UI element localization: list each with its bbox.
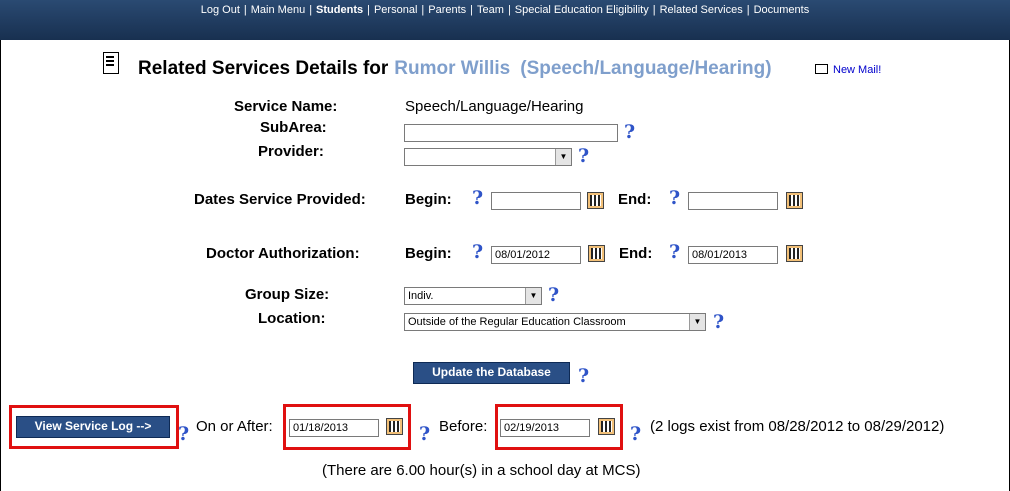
location-select-value: Outside of the Regular Education Classro… (408, 316, 626, 328)
nav-link-main-menu[interactable]: Main Menu (251, 4, 305, 16)
envelope-icon (815, 64, 828, 74)
service-name-heading: (Speech/Language/Hearing) (520, 58, 772, 79)
subarea-help-icon[interactable]: ? (624, 121, 635, 143)
dates-end-help-icon[interactable]: ? (669, 187, 680, 209)
doctor-end-calendar-icon[interactable] (786, 245, 803, 262)
dates-end-input[interactable] (688, 192, 778, 210)
nav-link-documents[interactable]: Documents (754, 4, 810, 16)
provider-help-icon[interactable]: ? (578, 145, 589, 167)
top-navigation-bar: Log Out | Main Menu | Students | Personal | Pare… (0, 0, 1010, 40)
group-size-help-icon[interactable]: ? (548, 284, 559, 306)
dates-service-provided-label: Dates Service Provided: (194, 191, 366, 208)
school-day-note: (There are 6.00 hour(s) in a school day … (322, 462, 641, 479)
nav-link-team[interactable]: Team (477, 4, 504, 16)
nav-links: Log Out | Main Menu | Students | Personal | Pare… (200, 4, 810, 16)
doctor-begin-calendar-icon[interactable] (588, 245, 605, 262)
service-name-value: Speech/Language/Hearing (405, 98, 584, 115)
update-database-button[interactable]: Update the Database (413, 362, 570, 384)
location-label: Location: (258, 310, 326, 327)
provider-label: Provider: (258, 143, 324, 160)
doctor-authorization-label: Doctor Authorization: (206, 245, 360, 262)
nav-link-personal[interactable]: Personal (374, 4, 417, 16)
before-help-icon[interactable]: ? (630, 423, 641, 445)
nav-link-log-out[interactable]: Log Out (201, 4, 240, 16)
view-service-log-button[interactable]: View Service Log --> (16, 416, 170, 438)
view-log-help-icon[interactable]: ? (178, 423, 189, 445)
log-summary-text: (2 logs exist from 08/28/2012 to 08/29/2… (650, 418, 945, 435)
doctor-end-help-icon[interactable]: ? (669, 241, 680, 263)
group-size-select-value: Indiv. (408, 290, 434, 302)
document-icon (103, 52, 119, 74)
dates-begin-help-icon[interactable]: ? (472, 187, 483, 209)
doctor-begin-label: Begin: (405, 245, 452, 262)
provider-select[interactable]: ▼ (404, 148, 572, 166)
nav-link-students[interactable]: Students (316, 4, 363, 16)
doctor-end-input[interactable]: 08/01/2013 (688, 246, 778, 264)
doctor-begin-input[interactable]: 08/01/2012 (491, 246, 581, 264)
dates-end-calendar-icon[interactable] (786, 192, 803, 209)
new-mail-link[interactable]: New Mail! (815, 64, 881, 76)
on-or-after-input[interactable]: 01/18/2013 (289, 419, 379, 437)
nav-link-parents[interactable]: Parents (428, 4, 466, 16)
before-input[interactable]: 02/19/2013 (500, 419, 590, 437)
page-title-text: Related Services Details for (138, 58, 389, 79)
location-help-icon[interactable]: ? (713, 311, 724, 333)
new-mail-label[interactable]: New Mail! (833, 64, 881, 76)
dates-end-label: End: (618, 191, 652, 208)
student-name: Rumor Willis (394, 58, 511, 79)
chevron-down-icon: ▼ (555, 149, 571, 165)
before-label: Before: (439, 418, 488, 435)
location-select[interactable]: Outside of the Regular Education Classro… (404, 313, 706, 331)
nav-link-related-services[interactable]: Related Services (660, 4, 743, 16)
subarea-input[interactable] (404, 124, 618, 142)
dates-begin-label: Begin: (405, 191, 452, 208)
dates-begin-input[interactable] (491, 192, 581, 210)
dates-begin-calendar-icon[interactable] (587, 192, 604, 209)
chevron-down-icon: ▼ (525, 288, 541, 304)
chevron-down-icon: ▼ (689, 314, 705, 330)
doctor-end-label: End: (619, 245, 653, 262)
on-or-after-label: On or After: (196, 418, 273, 435)
service-name-label: Service Name: (234, 98, 338, 115)
nav-link-special-ed-eligibility[interactable]: Special Education Eligibility (515, 4, 649, 16)
subarea-label: SubArea: (260, 119, 327, 136)
doctor-begin-help-icon[interactable]: ? (472, 241, 483, 263)
group-size-select[interactable]: Indiv. ▼ (404, 287, 542, 305)
before-calendar-icon[interactable] (598, 418, 615, 435)
on-or-after-calendar-icon[interactable] (386, 418, 403, 435)
page-title: Related Services Details for Rumor Willis… (138, 58, 772, 80)
on-or-after-help-icon[interactable]: ? (419, 423, 430, 445)
group-size-label: Group Size: (245, 286, 330, 303)
update-help-icon[interactable]: ? (578, 365, 589, 387)
